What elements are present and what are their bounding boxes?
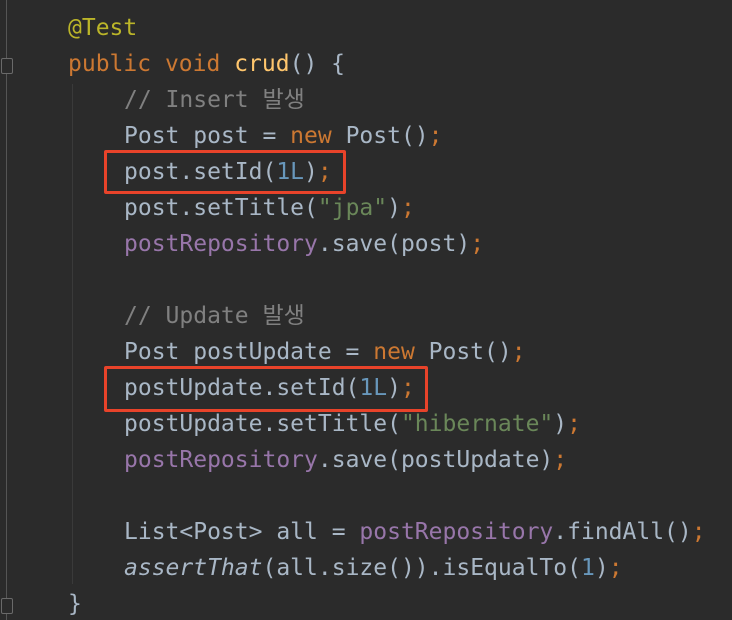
semicolon: ; — [400, 195, 415, 221]
code-text: .findAll() — [553, 519, 692, 545]
code-line-10[interactable]: Post postUpdate = new Post(); — [124, 334, 526, 370]
semicolon: ; — [608, 555, 623, 581]
keyword-new: new — [373, 339, 415, 365]
code-line-2[interactable]: public void crud() { — [68, 46, 345, 82]
static-method-assert-that: assertThat — [124, 555, 263, 581]
code-line-6[interactable]: post.setTitle("jpa"); — [124, 190, 415, 226]
code-line-13[interactable]: postRepository.save(postUpdate); — [124, 442, 567, 478]
keyword-void: void — [164, 51, 221, 77]
code-text: post.setTitle( — [124, 195, 318, 221]
semicolon: ; — [567, 411, 581, 437]
code-line-1[interactable]: @Test — [68, 10, 137, 46]
gutter-line — [6, 0, 7, 620]
comment-insert: // Insert 발생 — [124, 87, 305, 113]
code-editor[interactable]: @Test public void crud() { // Insert 발생 … — [0, 0, 732, 620]
method-signature-rest: () { — [289, 51, 345, 77]
fold-marker-icon[interactable] — [1, 598, 13, 614]
semicolon: ; — [470, 231, 485, 257]
code-text: ) — [553, 411, 568, 437]
code-text: Post postUpdate = — [124, 339, 374, 365]
annotation-test: @Test — [68, 15, 138, 41]
code-line-17[interactable]: } — [68, 586, 82, 620]
field-post-repository: postRepository — [359, 519, 554, 545]
keyword-new: new — [290, 123, 332, 149]
code-line-7[interactable]: postRepository.save(post); — [124, 226, 484, 262]
code-line-9[interactable]: // Update 발생 — [124, 298, 305, 334]
comment-update: // Update 발생 — [124, 303, 305, 329]
code-text: ) — [387, 195, 401, 221]
highlight-box-update-setid — [104, 366, 428, 412]
semicolon: ; — [553, 447, 568, 473]
keyword-public: public — [68, 51, 152, 77]
semicolon: ; — [428, 123, 443, 149]
code-text: Post post = — [124, 123, 291, 149]
number-literal: 1 — [580, 555, 595, 581]
method-name-crud: crud — [234, 51, 290, 77]
string-literal: "jpa" — [317, 195, 388, 221]
code-line-15[interactable]: List<Post> all = postRepository.findAll(… — [124, 514, 706, 550]
indent-guide — [72, 84, 73, 584]
highlight-box-insert-setid — [104, 150, 346, 194]
code-text: .save(post) — [317, 231, 471, 257]
code-line-3[interactable]: // Insert 발생 — [124, 82, 305, 118]
code-line-16[interactable]: assertThat(all.size()).isEqualTo(1); — [124, 550, 623, 586]
code-text: .save(postUpdate) — [317, 447, 554, 473]
closing-brace: } — [68, 591, 82, 617]
field-post-repository: postRepository — [124, 447, 318, 473]
semicolon: ; — [691, 519, 706, 545]
field-post-repository: postRepository — [124, 231, 318, 257]
code-text: List<Post> all = — [124, 519, 360, 545]
semicolon: ; — [511, 339, 526, 365]
code-text: Post() — [331, 123, 429, 149]
fold-marker-icon[interactable] — [1, 58, 13, 74]
code-line-4[interactable]: Post post = new Post(); — [124, 118, 443, 154]
code-text: (all.size()).isEqualTo( — [262, 555, 581, 581]
code-text: ) — [594, 555, 609, 581]
string-literal: "hibernate" — [400, 411, 554, 437]
code-text: postUpdate.setTitle( — [124, 411, 401, 437]
code-text: Post() — [414, 339, 512, 365]
